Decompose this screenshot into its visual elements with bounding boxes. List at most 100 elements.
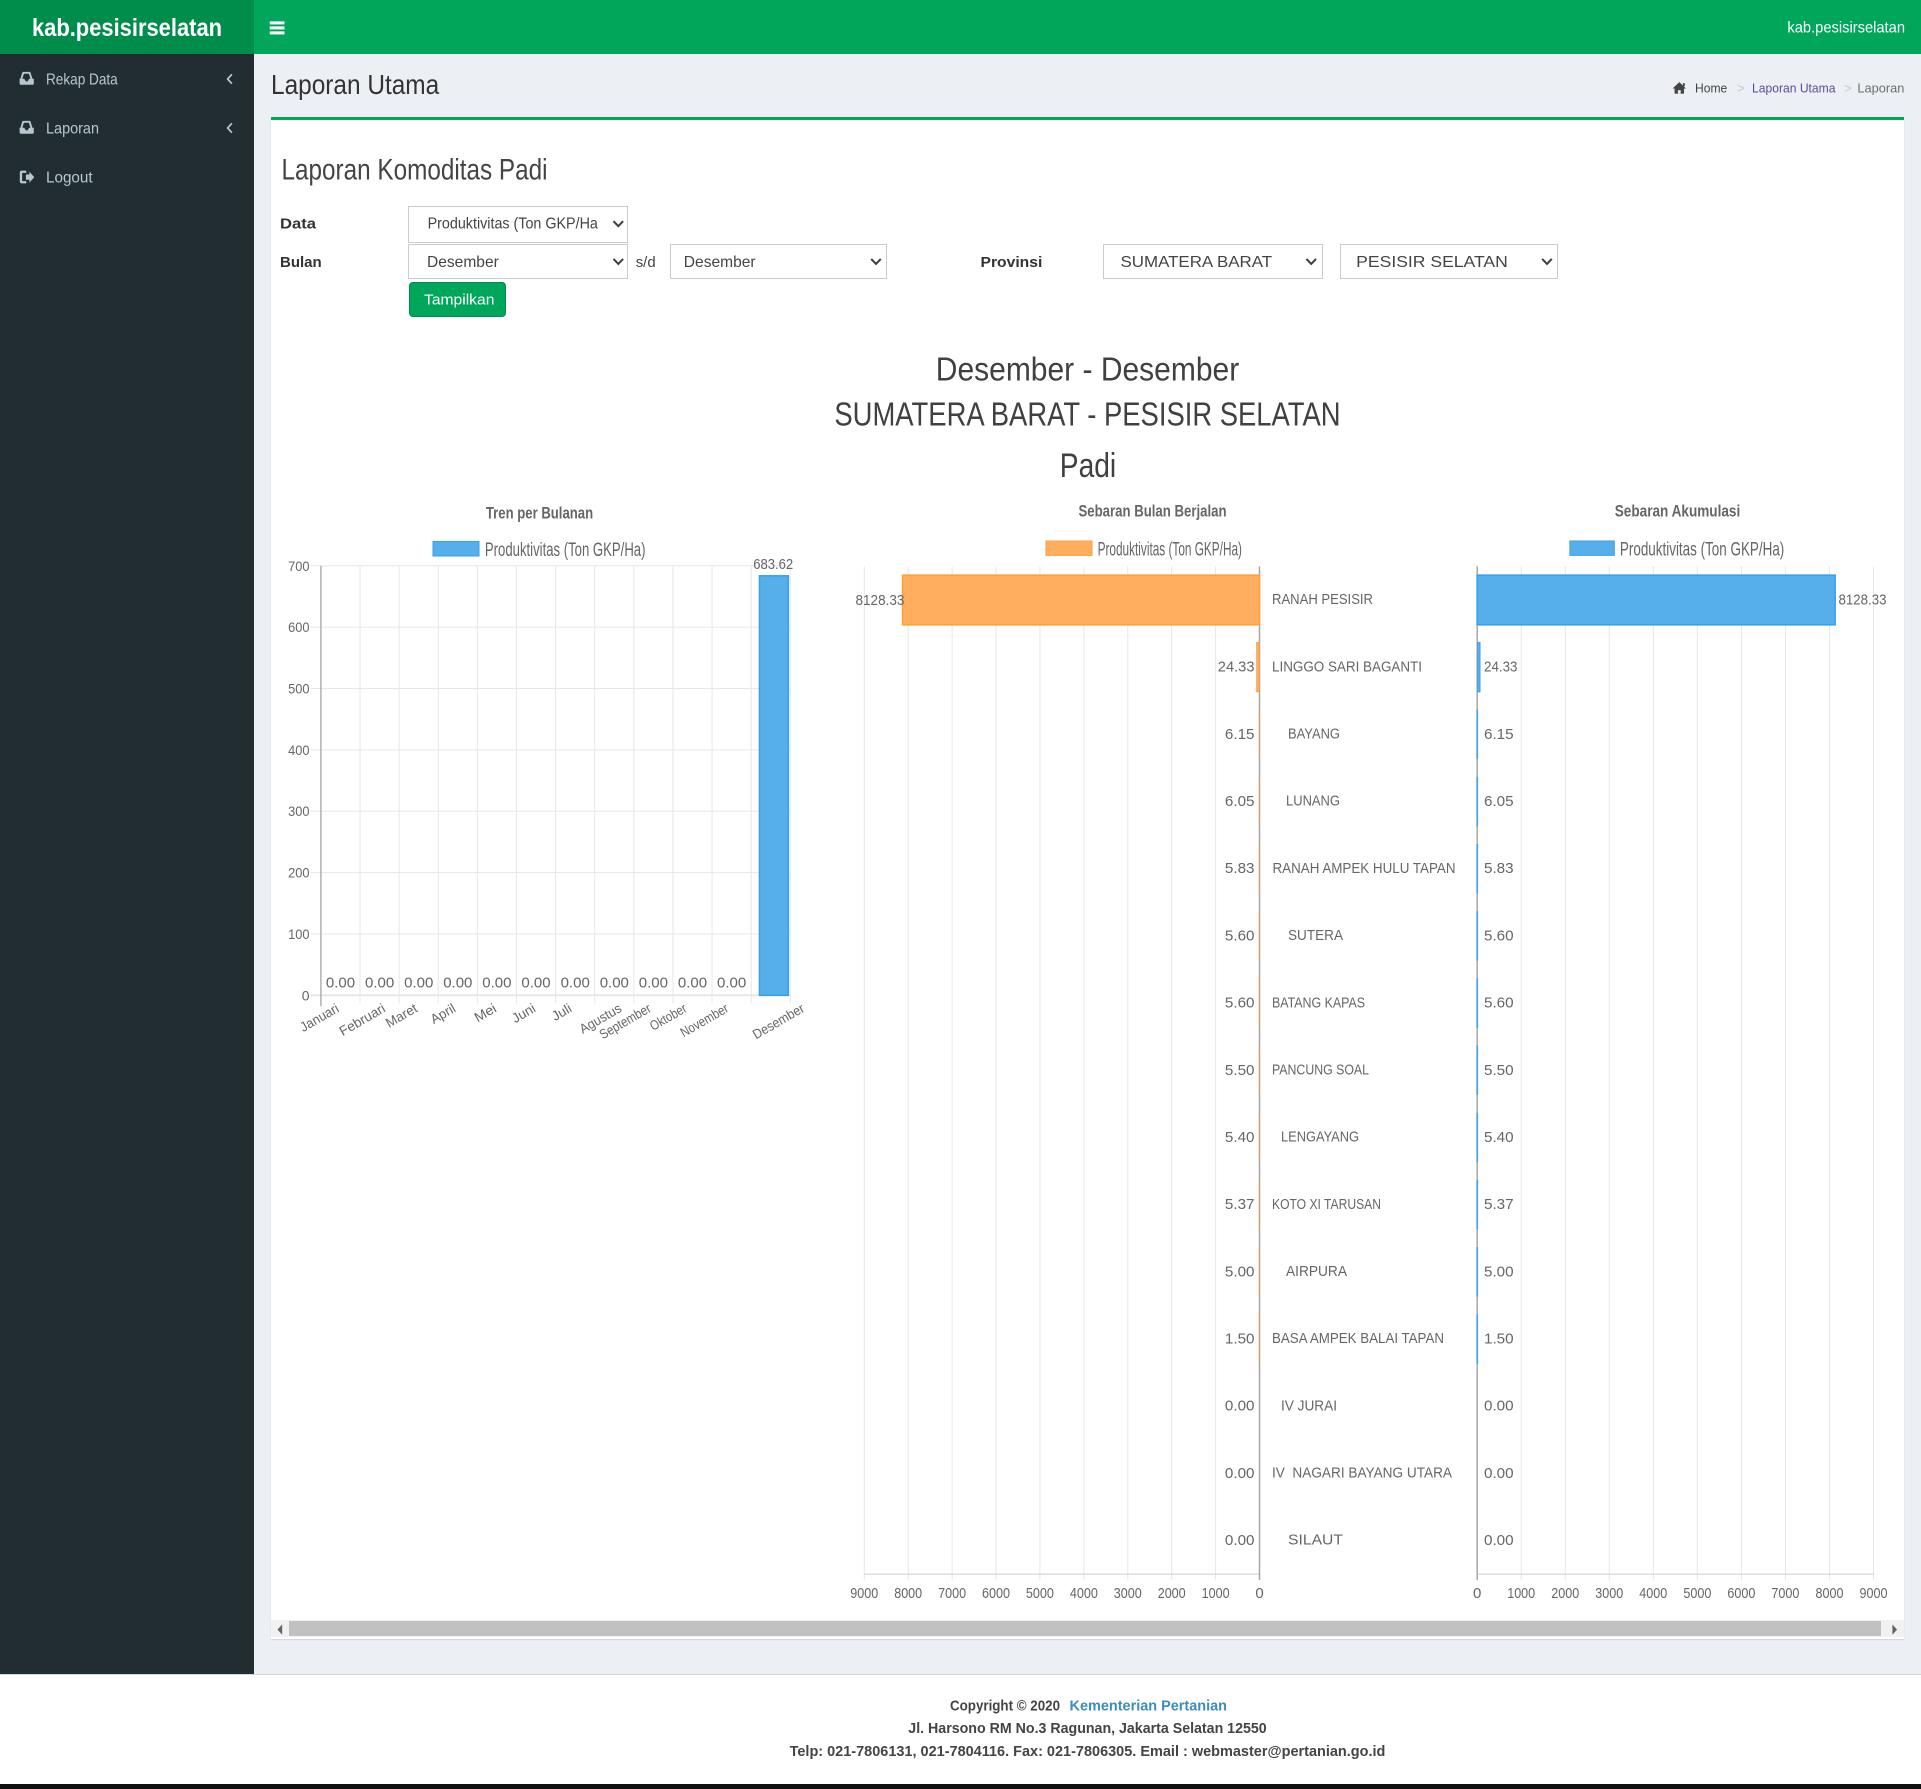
svg-text:0.00: 0.00 bbox=[1484, 1398, 1514, 1415]
svg-text:5000: 5000 bbox=[1683, 1585, 1711, 1602]
svg-text:Laporan Komoditas Padi: Laporan Komoditas Padi bbox=[282, 154, 548, 187]
svg-text:BASA AMPEK BALAI TAPAN: BASA AMPEK BALAI TAPAN bbox=[1272, 1330, 1444, 1347]
svg-text:0.00: 0.00 bbox=[600, 975, 629, 992]
svg-text:5.60: 5.60 bbox=[1225, 927, 1255, 944]
svg-text:5.00: 5.00 bbox=[1225, 1263, 1255, 1280]
svg-text:5.83: 5.83 bbox=[1484, 860, 1514, 877]
svg-text:Provinsi: Provinsi bbox=[981, 254, 1043, 271]
svg-text:Copyright © 2020: Copyright © 2020 bbox=[950, 1697, 1060, 1714]
svg-text:5.60: 5.60 bbox=[1484, 995, 1514, 1012]
svg-text:kab.pesisirselatan: kab.pesisirselatan bbox=[1787, 20, 1905, 37]
svg-text:500: 500 bbox=[288, 681, 310, 697]
svg-text:24.33: 24.33 bbox=[1218, 659, 1255, 676]
svg-text:1000: 1000 bbox=[1202, 1585, 1230, 1602]
svg-text:0.00: 0.00 bbox=[404, 975, 433, 992]
svg-text:1.50: 1.50 bbox=[1225, 1331, 1255, 1348]
svg-text:600: 600 bbox=[288, 619, 310, 635]
svg-text:5.83: 5.83 bbox=[1225, 860, 1255, 877]
svg-text:9000: 9000 bbox=[850, 1585, 878, 1602]
svg-text:BATANG KAPAS: BATANG KAPAS bbox=[1272, 994, 1365, 1011]
svg-text:0.00: 0.00 bbox=[639, 975, 668, 992]
svg-text:683.62: 683.62 bbox=[753, 556, 793, 573]
svg-text:0.00: 0.00 bbox=[1225, 1532, 1255, 1549]
svg-text:Maret: Maret bbox=[383, 1000, 420, 1030]
svg-text:LUNANG: LUNANG bbox=[1286, 793, 1340, 810]
svg-text:0.00: 0.00 bbox=[482, 975, 511, 992]
svg-text:Laporan: Laporan bbox=[46, 121, 99, 138]
svg-text:8128.33: 8128.33 bbox=[1839, 592, 1887, 609]
svg-text:Juni: Juni bbox=[509, 1001, 538, 1026]
svg-text:Home: Home bbox=[1695, 81, 1727, 96]
svg-text:November: November bbox=[678, 1000, 732, 1040]
svg-text:Data: Data bbox=[280, 216, 317, 233]
svg-text:IV NAGARI BAYANG UTARA: IV NAGARI BAYANG UTARA bbox=[1272, 1465, 1452, 1482]
svg-text:Mei: Mei bbox=[472, 1001, 499, 1025]
svg-text:100: 100 bbox=[288, 926, 310, 942]
svg-text:8000: 8000 bbox=[894, 1585, 922, 1602]
svg-text:Produktivitas (Ton GKP/Ha): Produktivitas (Ton GKP/Ha) bbox=[1098, 539, 1242, 560]
svg-text:0.00: 0.00 bbox=[1225, 1465, 1255, 1482]
svg-text:200: 200 bbox=[288, 865, 310, 881]
svg-text:>: > bbox=[1737, 81, 1745, 96]
svg-text:5.00: 5.00 bbox=[1484, 1263, 1514, 1280]
svg-text:9000: 9000 bbox=[1860, 1585, 1888, 1602]
svg-text:5000: 5000 bbox=[1026, 1585, 1054, 1602]
svg-text:400: 400 bbox=[288, 742, 310, 758]
svg-text:kab.pesisirselatan: kab.pesisirselatan bbox=[32, 14, 222, 42]
svg-text:Telp: 021-7806131, 021-7804116: Telp: 021-7806131, 021-7804116. Fax: 021… bbox=[790, 1743, 1386, 1760]
svg-text:LENGAYANG: LENGAYANG bbox=[1281, 1129, 1359, 1146]
svg-text:0.00: 0.00 bbox=[1484, 1465, 1514, 1482]
svg-text:7000: 7000 bbox=[1771, 1585, 1799, 1602]
svg-text:Bulan: Bulan bbox=[280, 254, 322, 271]
svg-text:5.50: 5.50 bbox=[1225, 1062, 1255, 1079]
svg-text:KOTO XI TARUSAN: KOTO XI TARUSAN bbox=[1272, 1196, 1381, 1213]
svg-text:RANAH PESISIR: RANAH PESISIR bbox=[1272, 591, 1373, 608]
svg-text:6.05: 6.05 bbox=[1225, 793, 1255, 810]
svg-text:s/d: s/d bbox=[636, 254, 656, 271]
svg-text:Februari: Februari bbox=[337, 1001, 388, 1039]
svg-text:Sebaran Bulan Berjalan: Sebaran Bulan Berjalan bbox=[1079, 501, 1227, 520]
svg-text:3000: 3000 bbox=[1595, 1585, 1623, 1602]
svg-text:5.50: 5.50 bbox=[1484, 1062, 1514, 1079]
svg-text:Rekap Data: Rekap Data bbox=[46, 72, 118, 89]
svg-text:PESISIR SELATAN: PESISIR SELATAN bbox=[1356, 254, 1508, 271]
svg-text:0.00: 0.00 bbox=[561, 975, 590, 992]
svg-text:5.40: 5.40 bbox=[1225, 1129, 1255, 1146]
svg-text:700: 700 bbox=[288, 558, 310, 574]
svg-text:Padi: Padi bbox=[1060, 447, 1116, 485]
svg-text:0.00: 0.00 bbox=[521, 975, 550, 992]
svg-text:1.50: 1.50 bbox=[1484, 1331, 1514, 1348]
svg-text:SUTERA: SUTERA bbox=[1288, 927, 1343, 944]
svg-text:Tren per Bulanan: Tren per Bulanan bbox=[486, 504, 593, 523]
svg-text:Desember: Desember bbox=[427, 254, 499, 271]
svg-text:5.60: 5.60 bbox=[1484, 927, 1514, 944]
svg-text:Laporan Utama: Laporan Utama bbox=[1752, 81, 1836, 96]
svg-text:Logout: Logout bbox=[46, 170, 93, 187]
svg-text:Tampilkan: Tampilkan bbox=[424, 292, 494, 309]
svg-text:Laporan: Laporan bbox=[1857, 81, 1904, 96]
svg-text:Januari: Januari bbox=[297, 1001, 341, 1035]
svg-text:3000: 3000 bbox=[1114, 1585, 1142, 1602]
svg-text:0: 0 bbox=[302, 987, 310, 1003]
svg-text:6.05: 6.05 bbox=[1484, 793, 1514, 810]
svg-text:AIRPURA: AIRPURA bbox=[1286, 1263, 1347, 1280]
svg-text:LINGGO SARI BAGANTI: LINGGO SARI BAGANTI bbox=[1272, 658, 1422, 675]
svg-text:0.00: 0.00 bbox=[1484, 1532, 1514, 1549]
svg-text:Desember: Desember bbox=[750, 1000, 807, 1042]
svg-text:4000: 4000 bbox=[1070, 1585, 1098, 1602]
svg-text:IV JURAI: IV JURAI bbox=[1281, 1397, 1337, 1414]
svg-text:BAYANG: BAYANG bbox=[1288, 726, 1340, 743]
svg-text:Laporan Utama: Laporan Utama bbox=[271, 69, 440, 100]
svg-text:0.00: 0.00 bbox=[678, 975, 707, 992]
svg-text:Produktivitas (Ton GKP/Ha: Produktivitas (Ton GKP/Ha bbox=[428, 215, 598, 232]
svg-text:6.15: 6.15 bbox=[1225, 726, 1255, 743]
svg-text:Produktivitas (Ton GKP/Ha): Produktivitas (Ton GKP/Ha) bbox=[485, 540, 646, 561]
svg-text:Sebaran Akumulasi: Sebaran Akumulasi bbox=[1615, 501, 1741, 520]
svg-text:0.00: 0.00 bbox=[1225, 1398, 1255, 1415]
svg-text:5.40: 5.40 bbox=[1484, 1129, 1514, 1146]
svg-text:5.60: 5.60 bbox=[1225, 995, 1255, 1012]
svg-text:8128.33: 8128.33 bbox=[856, 592, 905, 609]
svg-text:0: 0 bbox=[1473, 1585, 1481, 1602]
svg-text:SILAUT: SILAUT bbox=[1288, 1532, 1343, 1549]
svg-text:7000: 7000 bbox=[938, 1585, 966, 1602]
